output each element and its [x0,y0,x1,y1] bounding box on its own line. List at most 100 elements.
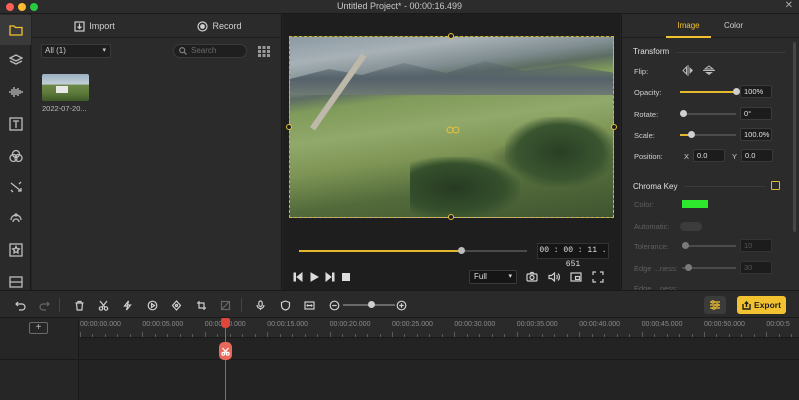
rotate-slider[interactable] [680,110,736,117]
seek-handle[interactable] [457,247,465,254]
split-button[interactable] [96,298,110,312]
lightning-icon [122,300,132,310]
rail-item-audio[interactable] [0,77,31,107]
rail-item-effects[interactable] [0,203,31,233]
protect-button[interactable] [278,298,292,312]
playhead-split-marker[interactable] [219,342,232,360]
media-thumbnail[interactable] [42,74,89,101]
resize-handle-bottom[interactable] [448,214,454,220]
media-item-label: 2022-07-20... [42,104,87,113]
timeline-zoom-handle[interactable] [368,301,376,308]
voiceover-button[interactable] [253,298,267,312]
transform-heading: Transform [633,47,670,56]
edge-slider[interactable] [682,264,736,271]
automatic-label: Automatic: [634,222,670,231]
delete-button[interactable] [72,298,86,312]
stop-button[interactable] [339,271,353,283]
rail-item-elements[interactable] [0,235,31,265]
flip-horizontal-icon[interactable] [682,65,694,76]
previous-frame-button[interactable] [291,271,305,283]
rail-item-filters[interactable] [0,141,31,171]
resize-handle-top[interactable] [448,33,454,39]
stop-icon [342,273,350,281]
seek-progress [299,250,461,252]
scale-slider-handle[interactable] [687,131,695,138]
record-tab-label: Record [212,21,242,31]
scale-slider[interactable] [680,131,736,138]
speed-button[interactable] [145,298,159,312]
tolerance-slider[interactable] [682,242,736,249]
automatic-toggle[interactable] [680,222,702,231]
media-search-input[interactable]: Search [173,44,247,58]
chevron-down-icon: ▾ [102,47,106,54]
opacity-input[interactable]: 100% [740,85,772,98]
rail-item-transitions[interactable] [0,172,31,202]
camera-icon [526,271,538,282]
ruler-tick-label: 00:00:15.000 [267,321,309,328]
chroma-color-label: Color: [634,200,655,209]
grid-view-icon[interactable] [258,45,270,57]
close-icon[interactable]: ✕ [785,0,793,11]
properties-panel: Image Color Transform Flip: Opacity: 100… [621,14,799,290]
tab-color[interactable]: Color [689,14,778,38]
fit-timeline-button[interactable] [302,298,316,312]
adjust-settings-button[interactable] [704,296,726,314]
rotate-input[interactable]: 0° [740,107,772,120]
rail-item-layers[interactable] [0,45,31,75]
fullscreen-button[interactable] [592,270,606,284]
freeze-button[interactable] [218,298,232,312]
ruler-tick [454,332,456,337]
export-button[interactable]: Export [737,296,786,314]
quick-split-button[interactable] [120,298,134,312]
playhead-handle[interactable] [221,318,230,328]
zoom-in-button[interactable] [394,298,408,312]
undo-button[interactable] [13,298,27,312]
media-filter-select[interactable]: All (1) ▾ [41,44,111,58]
scale-input[interactable]: 100.0% [740,128,772,141]
import-tab[interactable]: Import [32,14,157,38]
opacity-slider-handle[interactable] [732,88,740,95]
fit-width-icon [303,300,315,310]
zoom-out-button[interactable] [327,298,341,312]
next-frame-button[interactable] [323,271,337,283]
thumbnail-building [56,86,68,93]
layers-icon [8,54,23,65]
edge-slider-handle[interactable] [684,264,692,271]
export-label: Export [754,300,781,310]
snapshot-button[interactable] [526,270,540,284]
ruler-tick [791,334,793,337]
detach-preview-button[interactable] [570,270,584,284]
marker-button[interactable] [169,298,183,312]
center-anchor-icon[interactable] [446,121,460,134]
preview-timecode: 00 : 00 : 11 . 651 [537,243,609,269]
volume-button[interactable] [548,270,562,284]
position-x-input[interactable]: 0.0 [693,149,725,162]
rotate-slider-handle[interactable] [680,110,687,117]
properties-scrollbar[interactable] [793,42,796,232]
rail-item-text[interactable] [0,109,31,139]
edge-input[interactable]: 30 [740,261,772,274]
chroma-key-checkbox[interactable] [771,181,780,190]
video-track[interactable] [0,340,799,360]
ruler-tick [778,334,780,337]
resize-handle-right[interactable] [611,124,617,130]
resize-handle-left[interactable] [286,124,292,130]
tolerance-input[interactable]: 10 [740,239,772,252]
play-button[interactable] [307,271,321,283]
ruler-tick [491,334,493,337]
chroma-color-swatch[interactable] [682,200,708,208]
redo-button[interactable] [37,298,51,312]
ruler-tick [304,334,306,337]
preview-zoom-select[interactable]: Full ▾ [469,270,517,284]
crop-button[interactable] [194,298,208,312]
rail-item-media[interactable] [0,15,31,45]
ruler-tick [154,334,156,337]
freeze-frame-icon [220,300,230,310]
timeline-zoom-slider[interactable] [343,301,395,308]
position-y-input[interactable]: 0.0 [741,149,773,162]
flip-vertical-icon[interactable] [703,65,715,76]
opacity-slider[interactable] [680,88,740,95]
seek-bar[interactable] [299,247,527,254]
record-tab[interactable]: Record [157,14,282,38]
tolerance-slider-handle[interactable] [682,242,689,249]
